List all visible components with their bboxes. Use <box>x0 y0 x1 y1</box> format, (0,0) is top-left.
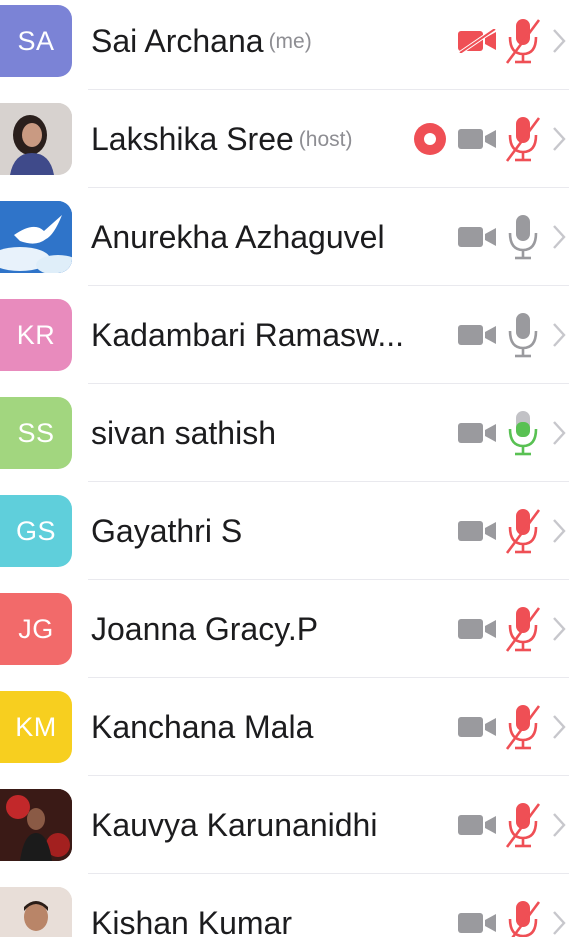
participant-avatar: KR <box>0 299 72 371</box>
mic-muted-icon[interactable] <box>505 703 541 756</box>
participant-row[interactable]: SA Sai Archana (me) <box>0 0 569 90</box>
participant-avatar: JG <box>0 593 72 665</box>
participant-row[interactable]: GS Gayathri S <box>0 482 569 580</box>
mic-speaking-icon[interactable] <box>505 409 541 462</box>
participant-avatar <box>0 201 72 273</box>
participant-role: (host) <box>298 128 353 151</box>
participant-avatar: GS <box>0 495 72 567</box>
participant-row[interactable]: Kishan Kumar <box>0 874 569 937</box>
avatar-initials: KR <box>16 319 56 350</box>
participant-role: (me) <box>268 30 312 53</box>
participant-avatar <box>0 789 72 861</box>
avatar-photo <box>0 103 72 175</box>
chevron-right-icon[interactable] <box>552 616 566 647</box>
avatar-initials: SS <box>17 417 55 448</box>
recording-icon <box>414 123 446 155</box>
chevron-right-icon[interactable] <box>552 910 566 937</box>
chevron-right-icon[interactable] <box>552 420 566 451</box>
participant-avatar: KM <box>0 691 72 763</box>
video-camera-icon[interactable] <box>458 911 498 937</box>
avatar-initials: JG <box>18 613 54 644</box>
participant-name-group: Kanchana Mala <box>91 678 313 776</box>
video-camera-icon[interactable] <box>458 323 498 352</box>
participant-name: Lakshika Sree <box>91 120 294 157</box>
participant-row[interactable]: Anurekha Azhaguvel <box>0 188 569 286</box>
chevron-right-icon[interactable] <box>552 812 566 843</box>
participant-name-group: Anurekha Azhaguvel <box>91 188 385 286</box>
video-camera-icon[interactable] <box>458 519 498 548</box>
participant-name: Kadambari Ramasw... <box>91 316 405 353</box>
participant-name-group: Joanna Gracy.P <box>91 580 318 678</box>
video-camera-icon[interactable] <box>458 225 498 254</box>
participant-row[interactable]: KM Kanchana Mala <box>0 678 569 776</box>
chevron-right-icon[interactable] <box>552 518 566 549</box>
participant-name: Sai Archana <box>91 22 264 59</box>
avatar-initials: SA <box>17 25 55 56</box>
participant-name-group: Gayathri S <box>91 482 242 580</box>
mic-muted-icon[interactable] <box>505 115 541 168</box>
avatar-initials: GS <box>15 515 56 546</box>
participant-name: sivan sathish <box>91 414 276 451</box>
avatar-initials: KM <box>15 711 57 742</box>
chevron-right-icon[interactable] <box>552 224 566 255</box>
participant-name-group: Sai Archana (me) <box>91 0 312 90</box>
participant-avatar <box>0 103 72 175</box>
video-camera-icon[interactable] <box>458 127 498 156</box>
participant-avatar: SA <box>0 5 72 77</box>
chevron-right-icon[interactable] <box>552 714 566 745</box>
participants-list: SA Sai Archana (me) Lakshika Sree (host) Anur… <box>0 0 569 937</box>
chevron-right-icon[interactable] <box>552 322 566 353</box>
chevron-right-icon[interactable] <box>552 126 566 157</box>
mic-muted-icon[interactable] <box>505 17 541 70</box>
mic-muted-icon[interactable] <box>505 507 541 560</box>
participant-name: Kanchana Mala <box>91 708 314 745</box>
video-camera-icon[interactable] <box>458 715 498 744</box>
chevron-right-icon[interactable] <box>552 28 566 59</box>
mic-icon[interactable] <box>505 311 541 364</box>
participant-row[interactable]: Lakshika Sree (host) <box>0 90 569 188</box>
participant-row[interactable]: Kauvya Karunanidhi <box>0 776 569 874</box>
participant-row[interactable]: SS sivan sathish <box>0 384 569 482</box>
participant-row[interactable]: JG Joanna Gracy.P <box>0 580 569 678</box>
participant-name-group: Kishan Kumar <box>91 874 292 937</box>
participant-name-group: Kadambari Ramasw... <box>91 286 404 384</box>
participant-avatar: SS <box>0 397 72 469</box>
mic-icon[interactable] <box>505 213 541 266</box>
participant-name-group: sivan sathish <box>91 384 276 482</box>
avatar-photo <box>0 887 72 937</box>
avatar-photo <box>0 789 72 861</box>
video-camera-icon[interactable] <box>458 813 498 842</box>
mic-muted-icon[interactable] <box>505 899 541 937</box>
participant-name: Anurekha Azhaguvel <box>91 218 385 255</box>
mic-muted-icon[interactable] <box>505 605 541 658</box>
participant-name: Kishan Kumar <box>91 904 292 937</box>
video-camera-icon[interactable] <box>458 617 498 646</box>
video-off-icon[interactable] <box>458 27 498 58</box>
video-camera-icon[interactable] <box>458 421 498 450</box>
participant-name-group: Lakshika Sree (host) <box>91 90 352 188</box>
participant-name: Gayathri S <box>91 512 243 549</box>
mic-muted-icon[interactable] <box>505 801 541 854</box>
participant-row[interactable]: KR Kadambari Ramasw... <box>0 286 569 384</box>
participant-name: Kauvya Karunanidhi <box>91 806 378 843</box>
participant-name: Joanna Gracy.P <box>91 610 319 647</box>
participant-avatar <box>0 887 72 937</box>
avatar-photo <box>0 201 72 273</box>
participant-name-group: Kauvya Karunanidhi <box>91 776 377 874</box>
